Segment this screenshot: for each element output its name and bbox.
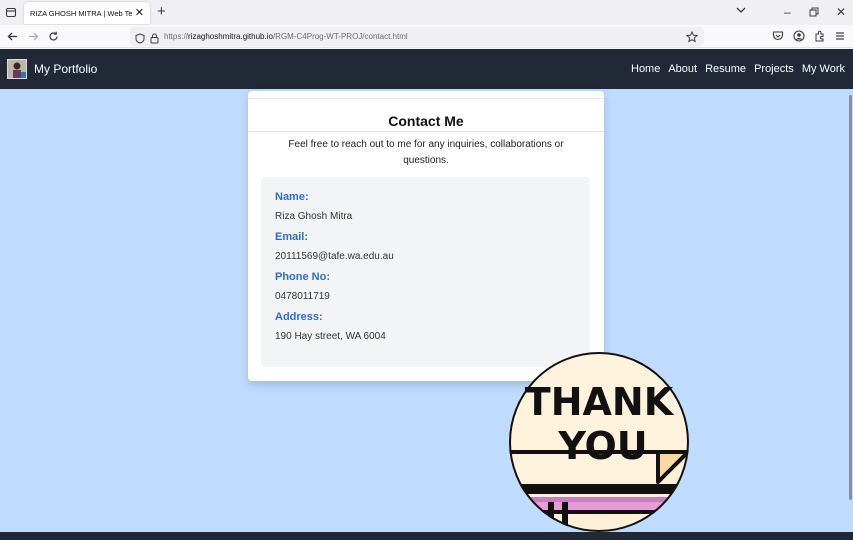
tracking-shield-icon[interactable] xyxy=(135,31,145,49)
name-value: Riza Ghosh Mitra xyxy=(275,211,353,222)
thank-you-line2: YOU xyxy=(557,424,647,468)
contact-card: Contact Me Feel free to reach out to me … xyxy=(248,91,604,381)
address-value: 190 Hay street, WA 6004 xyxy=(275,331,386,342)
close-window-icon[interactable]: ✕ xyxy=(836,4,846,20)
restore-icon[interactable] xyxy=(809,4,819,21)
nav-home[interactable]: Home xyxy=(631,63,660,75)
page-content: Contact Me Feel free to reach out to me … xyxy=(0,89,853,532)
nav-about[interactable]: About xyxy=(668,63,697,75)
phone-value: 0478011719 xyxy=(275,291,330,302)
email-value: 20111569@tafe.wa.edu.au xyxy=(275,251,394,262)
reload-icon[interactable] xyxy=(46,29,60,43)
nav-my-work[interactable]: My Work xyxy=(802,63,845,75)
contact-subtitle: Feel free to reach out to me for any inq… xyxy=(288,139,564,166)
url-bar[interactable]: https://rizaghoshmitra.github.io/RGM-C4P… xyxy=(130,27,704,46)
url-prefix: https:// xyxy=(164,32,189,41)
browser-toolbar: https://rizaghoshmitra.github.io/RGM-C4P… xyxy=(0,25,853,48)
footer xyxy=(0,532,853,540)
thank-you-line1: THANK xyxy=(525,380,675,424)
phone-label: Phone No: xyxy=(275,271,330,283)
avatar xyxy=(7,59,27,79)
close-tab-icon[interactable]: ✕ xyxy=(135,7,144,19)
site-menu: Home About Resume Projects My Work xyxy=(631,49,845,89)
url-path: /RGM-C4Prog-WT-PROJ/contact.html xyxy=(272,32,408,41)
pocket-icon[interactable] xyxy=(772,30,784,42)
page-title: Contact Me xyxy=(248,98,604,131)
tab-list-icon[interactable] xyxy=(4,5,18,19)
extensions-icon[interactable] xyxy=(814,30,826,42)
brand-link[interactable]: My Portfolio xyxy=(7,59,97,79)
url-text: https://rizaghoshmitra.github.io/RGM-C4P… xyxy=(164,32,408,41)
page-scrollbar[interactable] xyxy=(849,95,852,500)
browser-tab[interactable]: RIZA GHOSH MITRA | Web Tech | C4 ✕ xyxy=(24,2,150,24)
contact-info-box: Name: Riza Ghosh Mitra Email: 20111569@t… xyxy=(261,177,590,367)
menu-icon[interactable] xyxy=(834,30,846,42)
list-all-tabs-icon[interactable] xyxy=(735,4,747,20)
site-navbar: My Portfolio Home About Resume Projects … xyxy=(0,49,853,89)
browser-tab-bar: RIZA GHOSH MITRA | Web Tech | C4 ✕ + – ✕ xyxy=(0,0,853,25)
account-icon[interactable] xyxy=(793,30,805,42)
name-label: Name: xyxy=(275,191,309,203)
url-host: rizaghoshmitra.github.io xyxy=(188,32,273,41)
address-label: Address: xyxy=(275,311,323,323)
thank-you-image: THANK YOU xyxy=(508,352,690,532)
new-tab-icon[interactable]: + xyxy=(157,4,166,20)
minimize-icon[interactable]: – xyxy=(784,4,791,20)
nav-resume[interactable]: Resume xyxy=(705,63,746,75)
lock-icon[interactable] xyxy=(150,31,159,49)
tab-title: RIZA GHOSH MITRA | Web Tech | C4 xyxy=(30,8,132,18)
email-label: Email: xyxy=(275,231,309,243)
forward-icon[interactable] xyxy=(26,29,40,43)
brand-name: My Portfolio xyxy=(34,62,98,76)
nav-projects[interactable]: Projects xyxy=(754,63,794,75)
bookmark-star-icon[interactable] xyxy=(685,30,699,48)
back-icon[interactable] xyxy=(5,29,19,43)
